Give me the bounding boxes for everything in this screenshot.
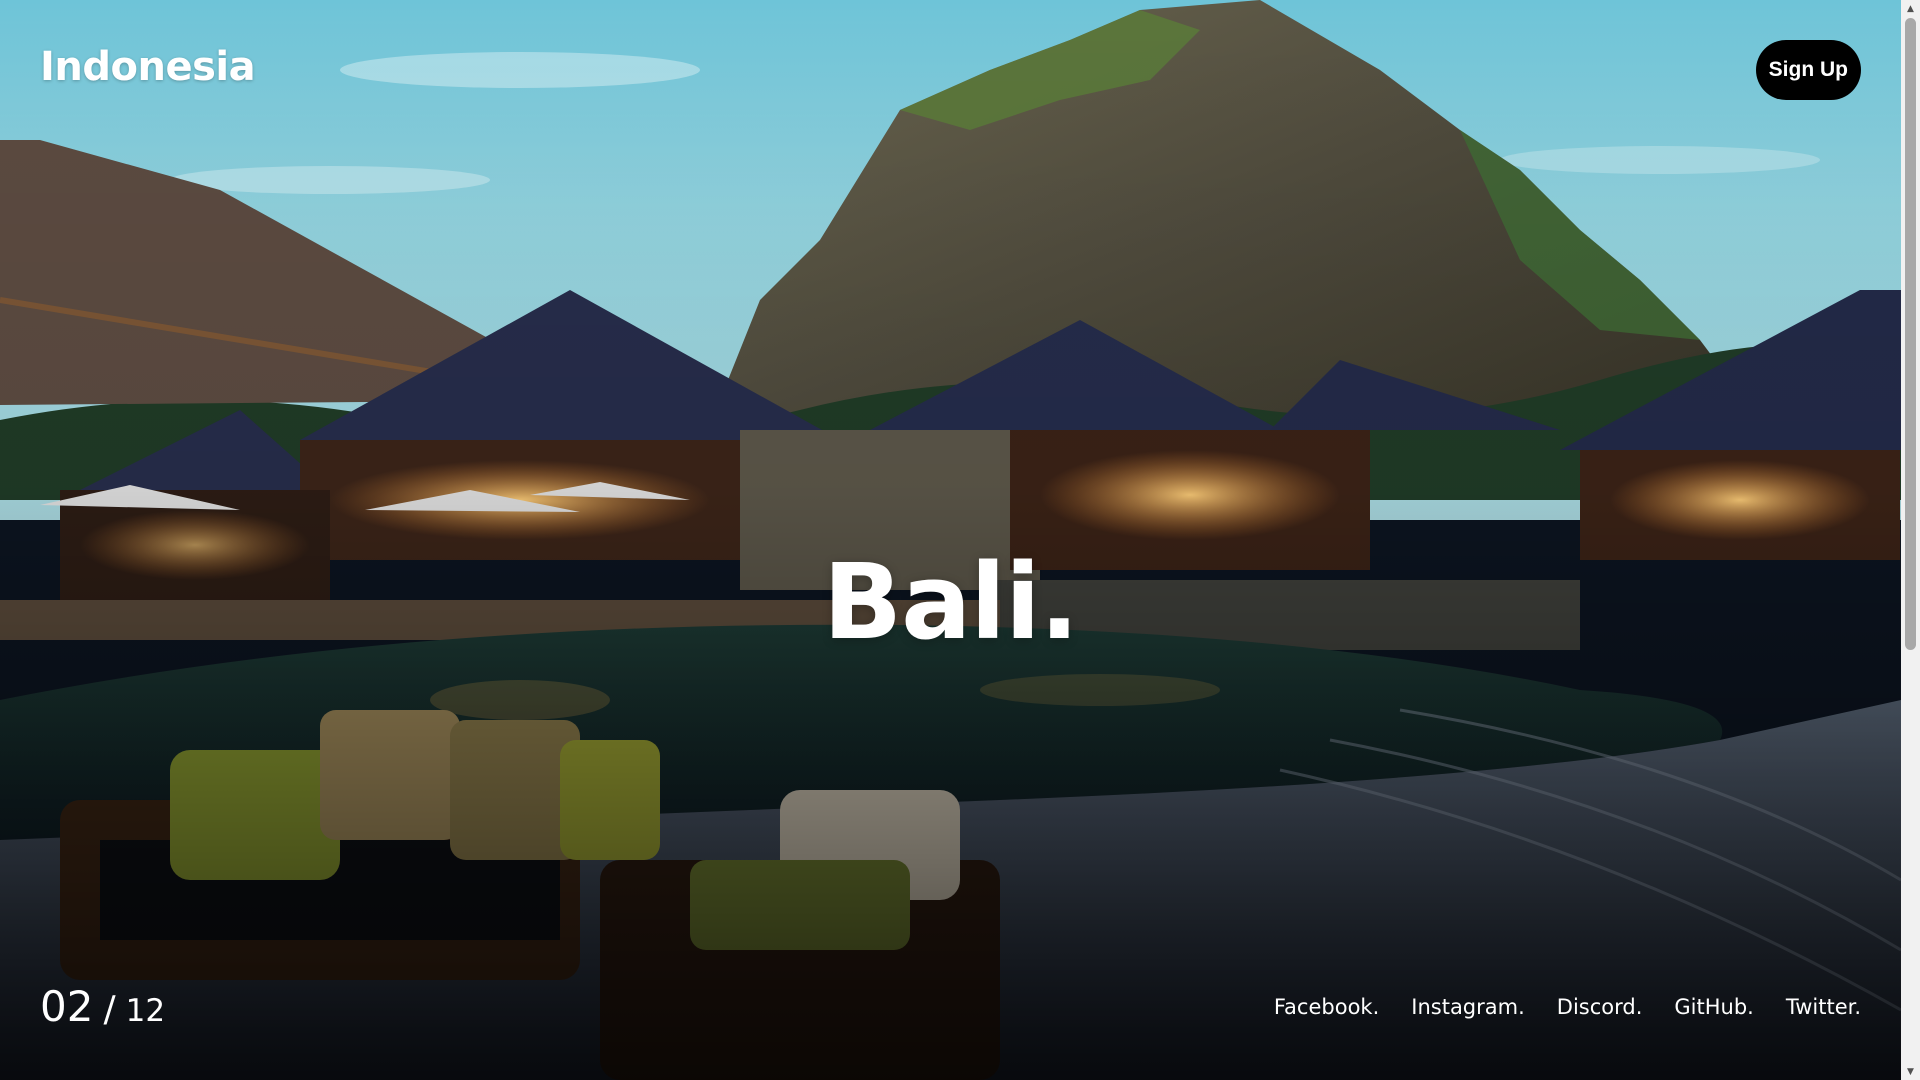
- social-link-facebook[interactable]: Facebook.: [1274, 995, 1379, 1019]
- social-link-twitter[interactable]: Twitter.: [1786, 995, 1861, 1019]
- hero-section: [0, 0, 1901, 1080]
- social-links: Facebook. Instagram. Discord. GitHub. Tw…: [1274, 995, 1861, 1019]
- vertical-scrollbar[interactable]: ▲ ▼: [1901, 0, 1920, 1080]
- scrollbar-thumb[interactable]: [1905, 18, 1916, 650]
- slide-current: 02: [40, 982, 94, 1031]
- sign-up-button[interactable]: Sign Up: [1755, 40, 1861, 100]
- hero-title: Bali.: [822, 540, 1079, 663]
- social-link-discord[interactable]: Discord.: [1557, 995, 1643, 1019]
- slide-separator: /: [103, 989, 116, 1030]
- slide-total: 12: [125, 993, 166, 1029]
- scroll-down-arrow-icon[interactable]: ▼: [1901, 1063, 1920, 1080]
- hero-background-photo: [0, 0, 1901, 1080]
- scroll-up-arrow-icon[interactable]: ▲: [1901, 0, 1920, 17]
- slide-counter: 02 / 12: [40, 982, 165, 1031]
- social-link-github[interactable]: GitHub.: [1674, 995, 1753, 1019]
- site-brand-logo[interactable]: Indonesia: [40, 44, 256, 90]
- page-viewport: Indonesia Sign Up Bali. 02 / 12 Facebook…: [0, 0, 1901, 1080]
- social-link-instagram[interactable]: Instagram.: [1411, 995, 1525, 1019]
